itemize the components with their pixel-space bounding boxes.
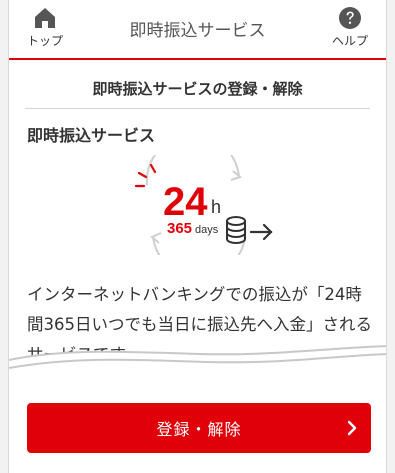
sparkle-icon [134, 163, 157, 188]
arrow-right-icon [249, 223, 273, 241]
coins-icon [226, 216, 246, 244]
service-illustration: 24 h 365 days [134, 155, 273, 255]
days-unit: days [195, 224, 219, 236]
help-label: ヘルプ [331, 34, 368, 48]
scroll-cut-wave [9, 345, 386, 398]
app-frame: トップ 即時振込サービス ヘルプ 即時振込サービスの登録・解除 即時振込サービス… [8, 0, 387, 473]
divider [25, 108, 370, 109]
register-cancel-button[interactable]: 登録・解除 [27, 403, 371, 453]
page-title: 即時振込サービスの登録・解除 [92, 80, 303, 98]
register-cancel-label: 登録・解除 [156, 420, 242, 439]
days-number: 365 [167, 220, 192, 237]
question-circle-icon [339, 7, 361, 29]
section-title: 即時振込サービス [27, 126, 156, 145]
hours-unit: h [211, 197, 221, 217]
header: トップ 即時振込サービス ヘルプ [9, 0, 386, 60]
hours-number: 24 [163, 180, 208, 224]
help-button[interactable]: ヘルプ [320, 6, 380, 49]
chevron-right-icon [347, 420, 357, 436]
